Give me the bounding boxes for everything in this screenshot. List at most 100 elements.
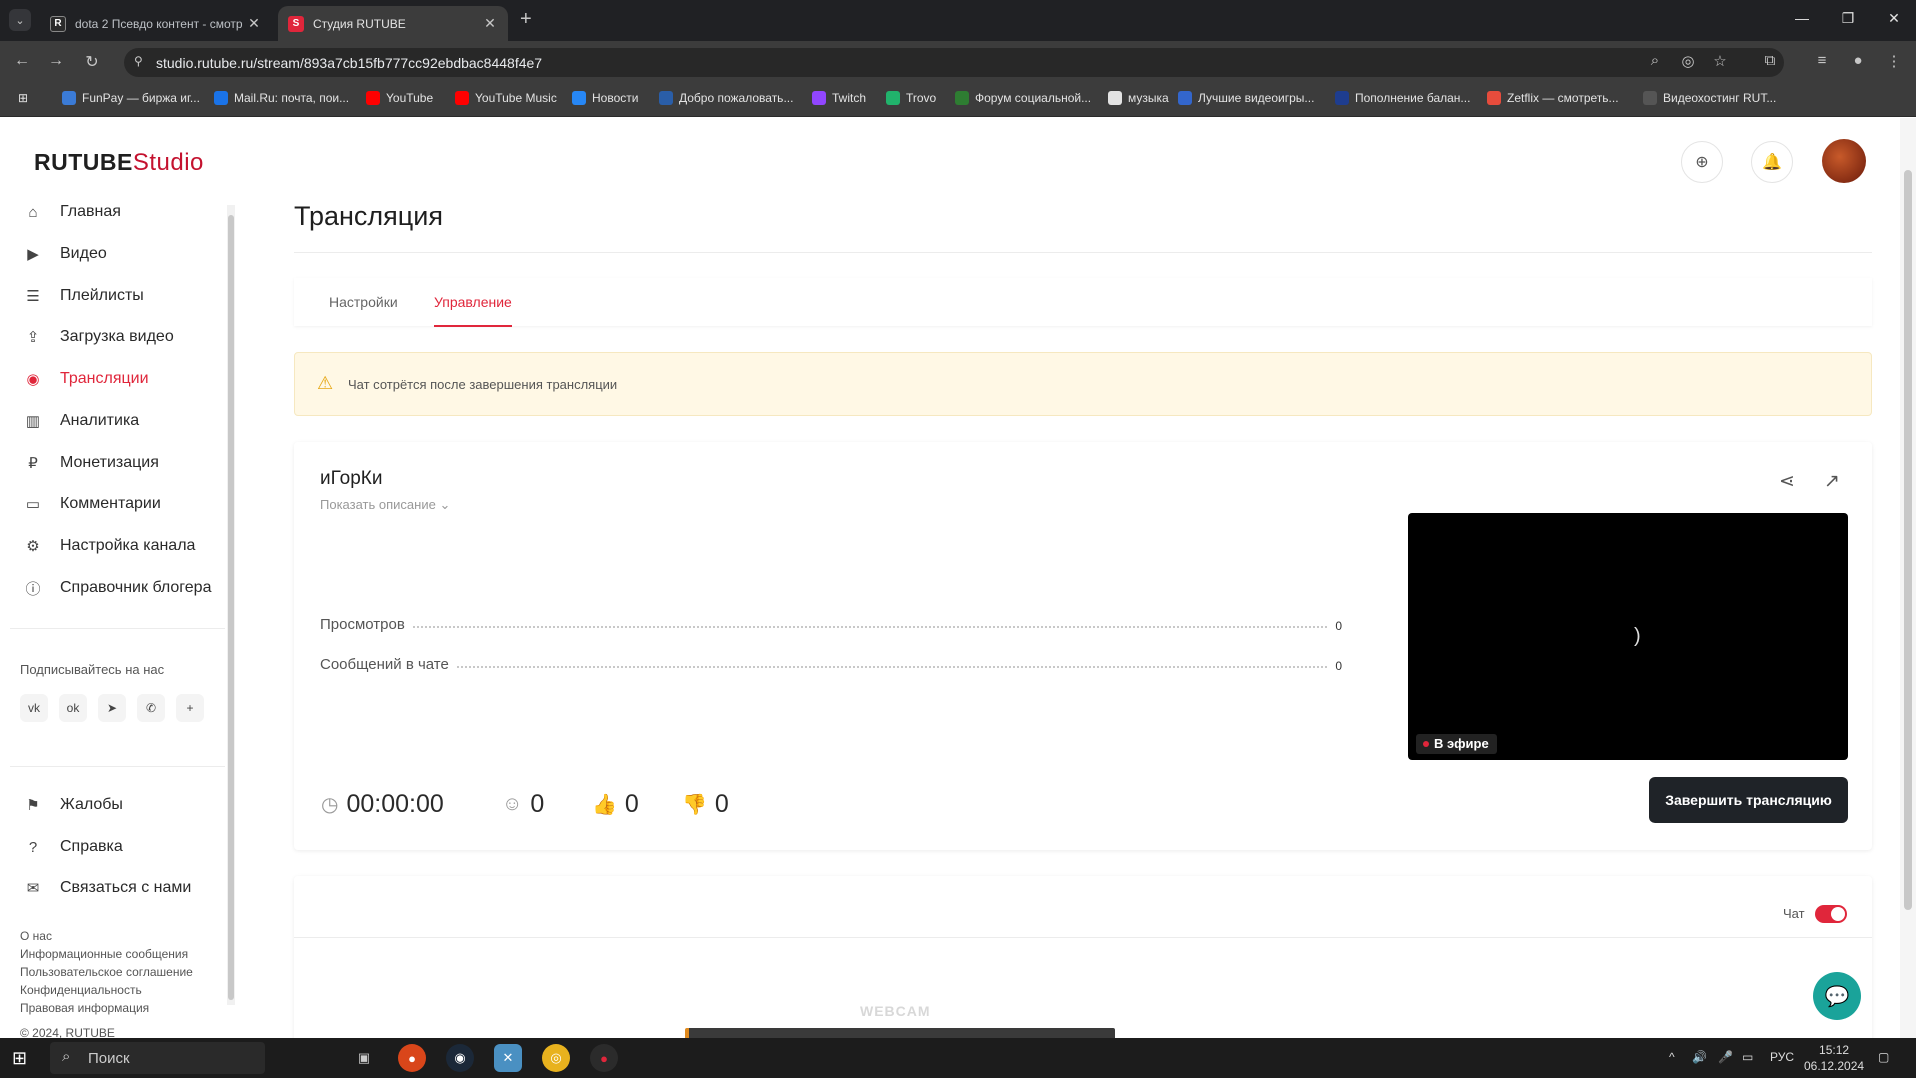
sidebar-item-help[interactable]: ? Справка bbox=[22, 834, 123, 860]
bookmark-item[interactable]: Лучшие видеоигры... bbox=[1178, 91, 1314, 105]
reload-icon[interactable]: ↻ bbox=[82, 52, 102, 72]
user-avatar[interactable] bbox=[1822, 139, 1866, 183]
sidebar-item-broadcast[interactable]: ◉ Трансляции bbox=[22, 366, 148, 392]
sidebar-item-comments[interactable]: ▭ Комментарии bbox=[22, 491, 161, 517]
star-icon[interactable]: ☆ bbox=[1710, 52, 1730, 70]
footer-link[interactable]: Информационные сообщения bbox=[20, 947, 188, 961]
steam-icon[interactable]: ◉ bbox=[446, 1044, 474, 1072]
mic-icon[interactable]: 🎤 bbox=[1718, 1050, 1733, 1064]
bookmark-item[interactable]: Mail.Ru: почта, пои... bbox=[214, 91, 349, 105]
stat-value: 0 bbox=[1335, 619, 1342, 633]
viewer-icon: ☺ bbox=[502, 793, 523, 815]
menu-icon[interactable]: ⋮ bbox=[1884, 52, 1904, 70]
end-stream-button[interactable]: Завершить трансляцию bbox=[1649, 777, 1848, 823]
obs-icon[interactable]: ● bbox=[398, 1044, 426, 1072]
sidebar-item-mail[interactable]: ✉ Связаться с нами bbox=[22, 875, 192, 901]
viber-icon[interactable]: ✆ bbox=[137, 694, 165, 722]
sidebar-item-settings[interactable]: ⚙ Настройка канала bbox=[22, 533, 195, 559]
sidebar-item-monetization[interactable]: ₽ Монетизация bbox=[22, 450, 159, 476]
site-info-icon[interactable]: ⚲ bbox=[134, 54, 143, 68]
address-bar[interactable]: ⚲ studio.rutube.ru/stream/893a7cb15fb777… bbox=[124, 48, 1784, 77]
notification-center-icon[interactable]: ▢ bbox=[1878, 1050, 1889, 1064]
taskbar-clock[interactable]: 15:12 06.12.2024 bbox=[1804, 1042, 1864, 1074]
back-icon[interactable]: ← bbox=[12, 52, 32, 70]
footer-link[interactable]: Конфиденциальность bbox=[20, 983, 142, 997]
tab-settings[interactable]: Настройки bbox=[329, 294, 398, 310]
sidebar-item-label: Главная bbox=[60, 203, 121, 220]
task-view-icon[interactable]: ▣ bbox=[350, 1044, 378, 1072]
sidebar-item-flag[interactable]: ⚑ Жалобы bbox=[22, 792, 123, 818]
taskbar-search[interactable]: ⌕ Поиск bbox=[50, 1042, 265, 1074]
eye-off-icon[interactable]: ◎ bbox=[1678, 52, 1698, 70]
stream-preview-player[interactable]: ) В эфире bbox=[1408, 513, 1848, 760]
browser-tab-1[interactable]: R dota 2 Псевдо контент - смотр ✕ bbox=[40, 6, 272, 41]
new-tab-icon[interactable]: + bbox=[520, 8, 532, 31]
windows-start-icon[interactable]: ⊞ bbox=[12, 1048, 27, 1069]
footer-link[interactable]: Правовая информация bbox=[20, 1001, 149, 1015]
show-description-toggle[interactable]: Показать описание ⌄ bbox=[320, 497, 450, 513]
browser-tab-2[interactable]: S Студия RUTUBE ✕ bbox=[278, 6, 508, 41]
minimize-icon[interactable]: — bbox=[1792, 10, 1812, 26]
close-window-icon[interactable]: ✕ bbox=[1884, 10, 1904, 27]
bookmark-item[interactable]: Видеохостинг RUT... bbox=[1643, 91, 1776, 105]
bookmark-item[interactable]: Twitch bbox=[812, 91, 866, 105]
bookmark-favicon-icon bbox=[659, 91, 673, 105]
volume-icon[interactable]: 🔊 bbox=[1692, 1050, 1707, 1064]
language-indicator[interactable]: РУС bbox=[1770, 1050, 1794, 1064]
sidebar-item-upload[interactable]: ⇪ Загрузка видео bbox=[22, 324, 174, 350]
tab-search-button[interactable]: ⌄ bbox=[9, 9, 31, 31]
bookmark-item[interactable]: Пополнение балан... bbox=[1335, 91, 1470, 105]
dislikes-counter: 👎 0 bbox=[682, 790, 729, 819]
ok-icon[interactable]: ok bbox=[59, 694, 87, 722]
rutube-studio-logo[interactable]: RUTUBEStudio bbox=[34, 149, 204, 177]
notifications-button[interactable]: 🔔 bbox=[1751, 141, 1793, 183]
bookmark-item[interactable]: Добро пожаловать... bbox=[659, 91, 793, 105]
profile-icon[interactable]: ● bbox=[1848, 52, 1868, 69]
chat-toggle[interactable] bbox=[1815, 905, 1847, 923]
toggle-knob bbox=[1831, 907, 1845, 921]
sidebar-item-guide[interactable]: ⓘ Справочник блогера bbox=[22, 575, 211, 601]
open-external-icon[interactable]: ↗ bbox=[1824, 470, 1840, 493]
bookmark-item[interactable]: Форум социальной... bbox=[955, 91, 1091, 105]
create-button[interactable]: ⊕ bbox=[1681, 141, 1723, 183]
support-chat-button[interactable]: 💬 bbox=[1813, 972, 1861, 1020]
sidebar-item-home[interactable]: ⌂ Главная bbox=[22, 199, 121, 225]
sidebar-scrollbar[interactable] bbox=[227, 205, 235, 1005]
zoom-icon[interactable]: ⌕ bbox=[1645, 52, 1665, 69]
page-scrollbar[interactable] bbox=[1900, 118, 1916, 1038]
app-icon[interactable]: ✕ bbox=[494, 1044, 522, 1072]
bookmark-item[interactable]: Trovo bbox=[886, 91, 936, 105]
close-tab-icon[interactable]: ✕ bbox=[482, 15, 498, 32]
footer-link[interactable]: О нас bbox=[20, 929, 52, 943]
webcam-label: WEBCAM bbox=[860, 1003, 931, 1019]
forward-icon[interactable]: → bbox=[46, 52, 66, 70]
bookmark-item[interactable]: YouTube Music bbox=[455, 91, 557, 105]
tab-management[interactable]: Управление bbox=[434, 294, 512, 310]
restore-icon[interactable]: ❐ bbox=[1838, 10, 1858, 27]
more-icon[interactable]: + bbox=[176, 694, 204, 722]
media-icon[interactable]: ≡ bbox=[1812, 52, 1832, 69]
telegram-icon[interactable]: ➤ bbox=[98, 694, 126, 722]
app2-icon[interactable]: ● bbox=[590, 1044, 618, 1072]
sidebar-item-analytics[interactable]: ▥ Аналитика bbox=[22, 408, 139, 434]
extensions-icon[interactable]: ⧉ bbox=[1760, 52, 1780, 69]
browser-tabstrip: ⌄ R dota 2 Псевдо контент - смотр ✕ S Ст… bbox=[0, 0, 1916, 41]
footer-link[interactable]: Пользовательское соглашение bbox=[20, 965, 193, 979]
bookmark-item[interactable]: Новости bbox=[572, 91, 638, 105]
bookmark-item[interactable]: YouTube bbox=[366, 91, 433, 105]
apps-icon[interactable]: ⊞ bbox=[18, 91, 28, 105]
video-icon: ▶ bbox=[27, 246, 39, 263]
bookmark-item[interactable]: FunPay — биржа иг... bbox=[62, 91, 200, 105]
share-icon[interactable]: ⋖ bbox=[1779, 470, 1795, 493]
bookmark-item[interactable]: Zetflix — смотреть... bbox=[1487, 91, 1619, 105]
chrome-icon[interactable]: ◎ bbox=[542, 1044, 570, 1072]
close-tab-icon[interactable]: ✕ bbox=[246, 15, 262, 32]
bookmark-item[interactable]: музыка bbox=[1108, 91, 1169, 105]
network-icon[interactable]: ▭ bbox=[1742, 1050, 1753, 1064]
vk-icon[interactable]: vk bbox=[20, 694, 48, 722]
sidebar-item-playlist[interactable]: ☰ Плейлисты bbox=[22, 283, 144, 309]
tray-arrow-icon[interactable]: ^ bbox=[1669, 1050, 1675, 1064]
sidebar-item-video[interactable]: ▶ Видео bbox=[22, 241, 107, 267]
windows-taskbar bbox=[0, 1038, 1916, 1078]
stat-label: Просмотров bbox=[320, 616, 405, 633]
